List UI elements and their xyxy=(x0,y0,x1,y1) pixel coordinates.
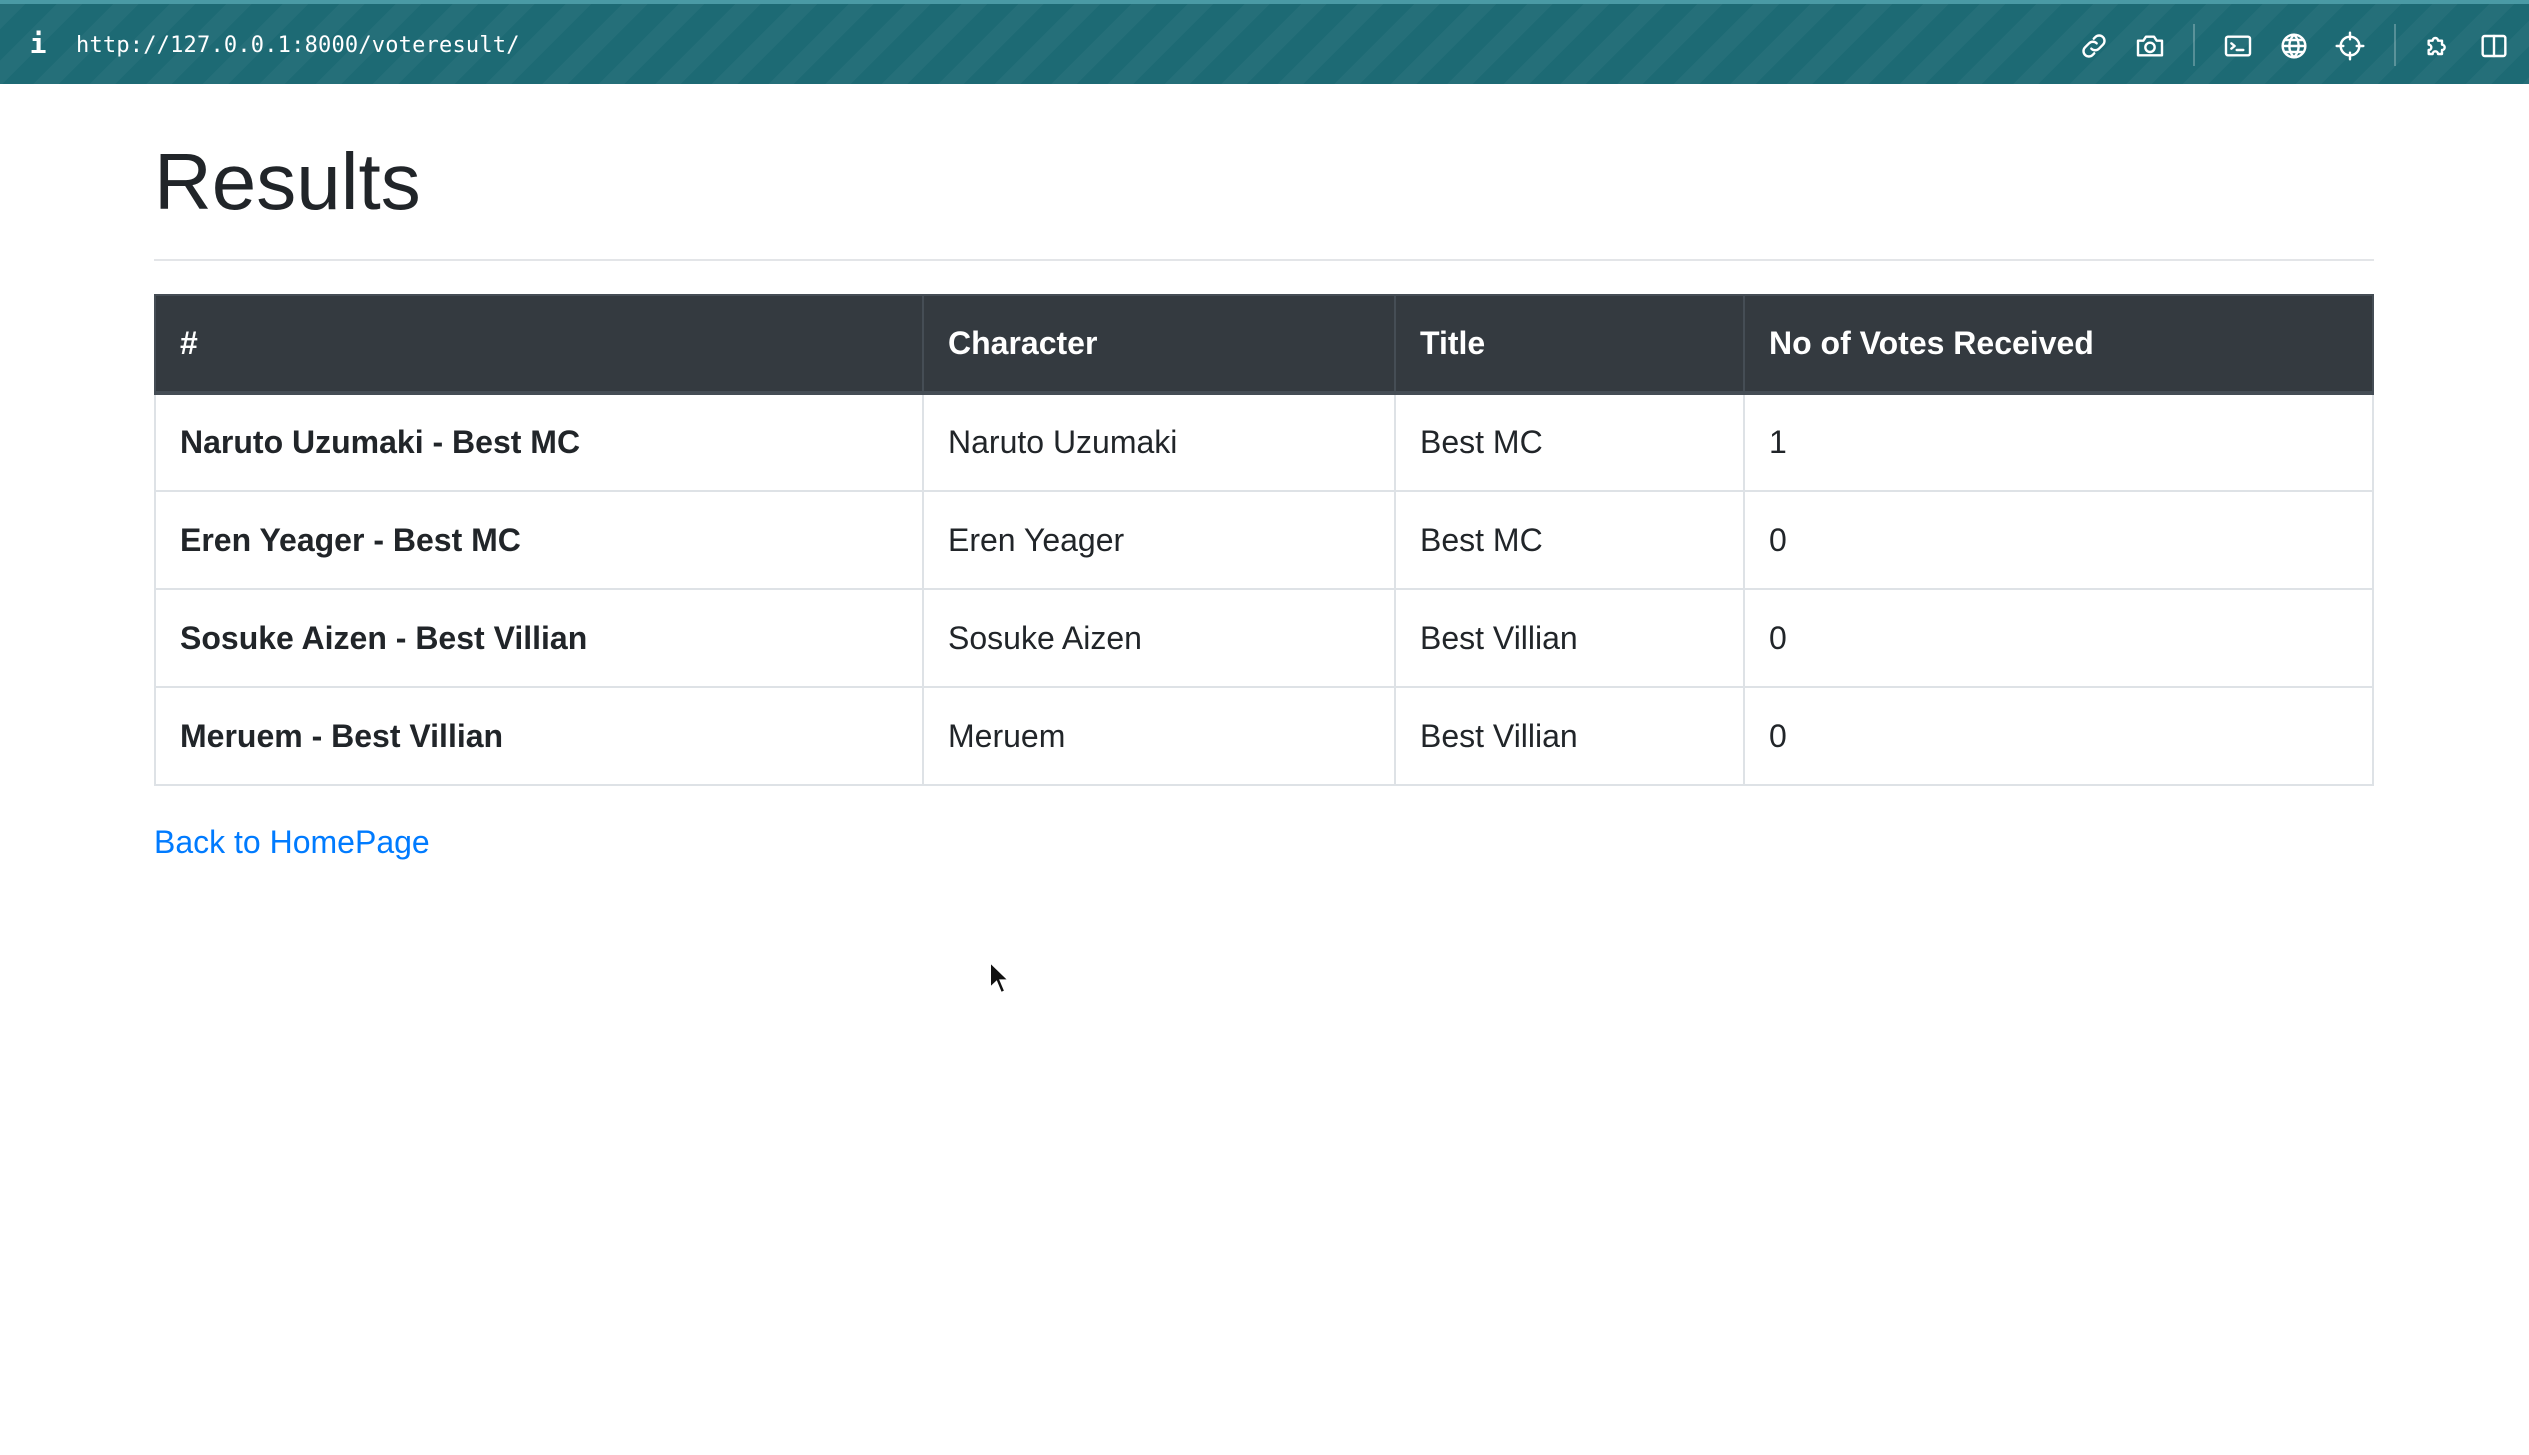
column-header-votes: No of Votes Received xyxy=(1743,294,2374,395)
crosshair-icon[interactable] xyxy=(2332,28,2368,64)
row-character: Naruto Uzumaki xyxy=(922,392,1396,492)
globe-icon[interactable] xyxy=(2276,28,2312,64)
mouse-cursor-icon xyxy=(989,960,1012,995)
row-votes: 0 xyxy=(1743,490,2374,590)
row-votes: 0 xyxy=(1743,686,2374,786)
row-character: Eren Yeager xyxy=(922,490,1396,590)
table-row: Sosuke Aizen - Best Villian Sosuke Aizen… xyxy=(154,588,2374,688)
info-icon[interactable]: i xyxy=(28,26,48,62)
row-name: Eren Yeager - Best MC xyxy=(154,490,924,590)
row-title: Best Villian xyxy=(1394,588,1745,688)
column-header-title: Title xyxy=(1394,294,1745,395)
browser-toolbar: i http://127.0.0.1:8000/voteresult/ xyxy=(0,0,2529,84)
column-header-character: Character xyxy=(922,294,1396,395)
row-name: Sosuke Aizen - Best Villian xyxy=(154,588,924,688)
extensions-icon[interactable] xyxy=(2420,28,2456,64)
row-character: Meruem xyxy=(922,686,1396,786)
row-votes: 0 xyxy=(1743,588,2374,688)
link-icon[interactable] xyxy=(2076,28,2112,64)
row-title: Best MC xyxy=(1394,392,1745,492)
sidebar-icon[interactable] xyxy=(2476,28,2512,64)
table-row: Eren Yeager - Best MC Eren Yeager Best M… xyxy=(154,490,2374,590)
results-table: # Character Title No of Votes Received N… xyxy=(154,294,2374,786)
back-to-homepage-link[interactable]: Back to HomePage xyxy=(154,822,430,862)
url-bar[interactable]: http://127.0.0.1:8000/voteresult/ xyxy=(76,28,520,64)
table-row: Naruto Uzumaki - Best MC Naruto Uzumaki … xyxy=(154,392,2374,492)
column-header-number: # xyxy=(154,294,924,395)
camera-icon[interactable] xyxy=(2132,28,2168,64)
row-title: Best MC xyxy=(1394,490,1745,590)
page-title: Results xyxy=(154,137,421,226)
title-divider xyxy=(154,259,2374,261)
row-votes: 1 xyxy=(1743,392,2374,492)
row-character: Sosuke Aizen xyxy=(922,588,1396,688)
terminal-icon[interactable] xyxy=(2220,28,2256,64)
row-name: Meruem - Best Villian xyxy=(154,686,924,786)
table-header-row: # Character Title No of Votes Received xyxy=(154,294,2374,395)
table-row: Meruem - Best Villian Meruem Best Villia… xyxy=(154,686,2374,786)
toolbar-divider xyxy=(2394,24,2396,66)
row-title: Best Villian xyxy=(1394,686,1745,786)
toolbar-divider xyxy=(2193,24,2195,66)
row-name: Naruto Uzumaki - Best MC xyxy=(154,392,924,492)
